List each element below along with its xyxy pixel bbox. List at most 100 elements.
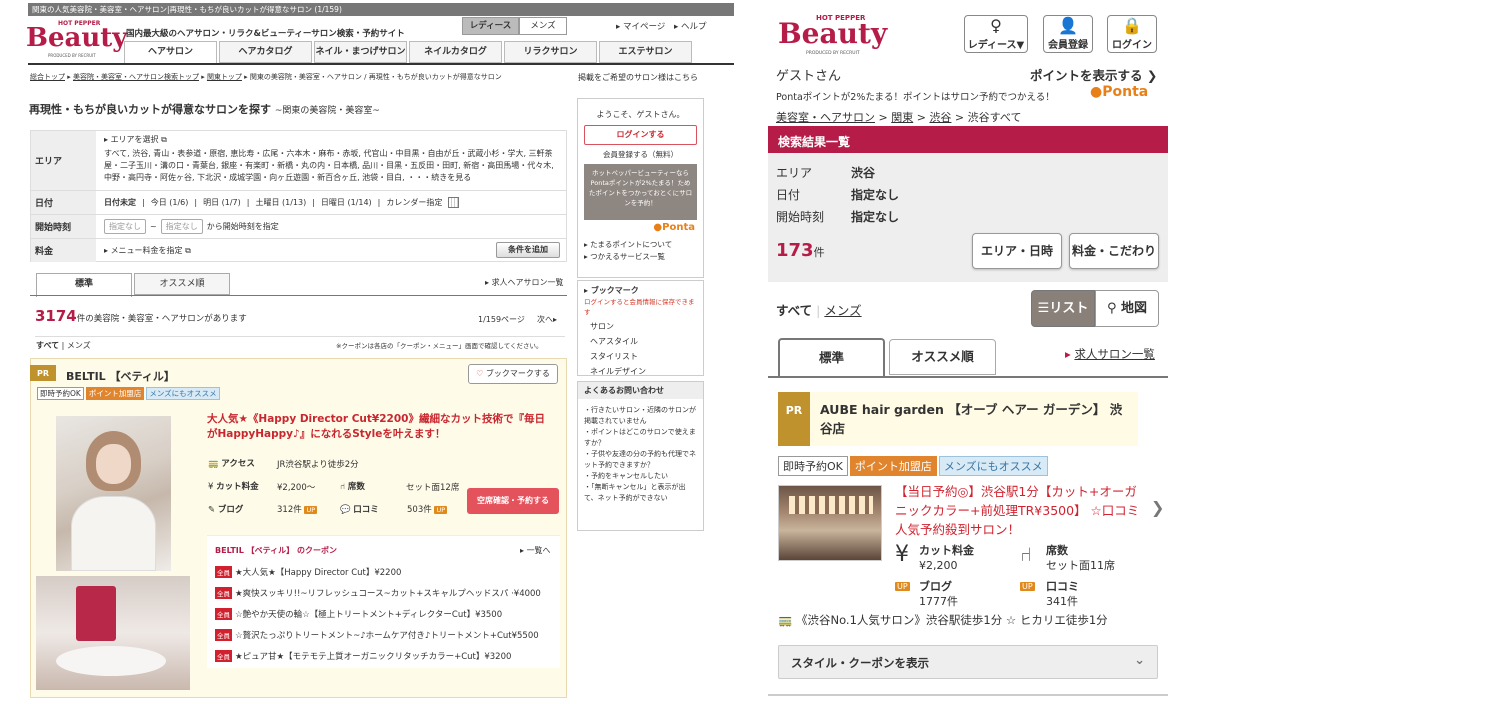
ladies-menu-button[interactable]: ♀ レディース▼ [964, 15, 1028, 53]
coupon-item[interactable]: 全員 ★大人気★【Happy Director Cut】¥2200 [215, 566, 401, 578]
point-about-link[interactable]: ▸ たまるポイントについて [584, 239, 697, 251]
area-list[interactable]: すべて, 渋谷, 青山・表参道・原宿, 恵比寿・広尾・六本木・麻布・赤坂, 代官… [104, 148, 559, 184]
mypage-link[interactable]: ▸ マイページ [616, 20, 665, 32]
review-label: 口コミ [1046, 580, 1079, 593]
expand-style-coupon[interactable]: スタイル・クーポンを表示 ⌄ [778, 645, 1158, 679]
faq-item[interactable]: ・「無断キャンセル」と表示が出て、ネット予約ができない [584, 482, 697, 504]
login-button[interactable]: 🔒 ログイン [1107, 15, 1157, 53]
salon-catch[interactable]: 【当日予約◎】渋谷駅1分【カット+オーガニックカラー+前処理TR¥3500】 ☆… [895, 482, 1145, 539]
tab-standard[interactable]: 標準 [778, 338, 885, 378]
date-calendar[interactable]: カレンダー指定 [386, 196, 442, 209]
nav-esthe-salon[interactable]: エステサロン [599, 41, 692, 63]
salon-catch[interactable]: 大人気★《Happy Director Cut¥2200》繊細なカット技術で『毎… [207, 412, 547, 442]
date-label: 日付 [31, 191, 96, 214]
tab-recommended[interactable]: オススメ順 [889, 339, 996, 375]
salon-name[interactable]: BELTIL 【ベティル】 [66, 368, 175, 384]
salon-photo-interior[interactable] [36, 576, 190, 690]
price-select-link[interactable]: ▸ メニュー料金を指定 ⧉ [104, 244, 191, 257]
view-map-toggle[interactable]: ⚲ 地図 [1095, 290, 1159, 327]
coupon-all-link[interactable]: ▸ 一覧へ [520, 545, 551, 556]
filter-all[interactable]: すべて [776, 303, 812, 318]
calendar-icon[interactable] [448, 197, 460, 208]
blog-row[interactable]: ✎ ブログ [208, 503, 243, 515]
coupon-item[interactable]: 全員 ☆贅沢たっぷりトリートメント~♪ホームケア付き♪トリートメント+Cut¥55… [215, 629, 539, 641]
tab-recommended[interactable]: オススメ順 [134, 273, 230, 295]
ponta-face-icon: ● [653, 222, 663, 233]
reserve-button[interactable]: 空席確認・予約する [467, 488, 559, 514]
coupon-text: ☆贅沢たっぷりトリートメント~♪ホームケア付き♪トリートメント+Cut¥5500 [235, 631, 539, 641]
view-list-toggle[interactable]: ☰リスト [1031, 290, 1095, 327]
nav-relax-salon[interactable]: リラクサロン [504, 41, 597, 63]
filter-mens[interactable]: メンズ [824, 303, 861, 318]
time-to-select[interactable]: 指定なし [160, 219, 203, 234]
price-option-button[interactable]: 料金・こだわり [1069, 233, 1159, 269]
breadcrumb-item[interactable]: 美容室・ヘアサロン [776, 111, 875, 124]
nav-nail-catalog[interactable]: ネイルカタログ [409, 41, 502, 63]
job-salon-link[interactable]: ▸ 求人サロン一覧 [1065, 346, 1155, 362]
nav-hair-salon[interactable]: ヘアサロン [124, 41, 217, 65]
date-undecided[interactable]: 日付未定 [104, 196, 136, 209]
date-today[interactable]: 今日 (1/6) [151, 196, 189, 209]
breadcrumb-item[interactable]: 関東トップ [207, 73, 242, 81]
breadcrumb-item[interactable]: 美容院・美容室・ヘアサロン検索トップ [73, 73, 199, 81]
blog-value: 312件 UP [277, 503, 318, 515]
welcome-text: ようこそ、ゲストさん。 [596, 110, 685, 119]
nav-hair-catalog[interactable]: ヘアカタログ [219, 41, 312, 63]
faq-item[interactable]: ・行きたいサロン・近隣のサロンが掲載されていません [584, 405, 697, 427]
chevron-right-icon[interactable]: ❯ [1151, 498, 1164, 517]
register-link[interactable]: 会員登録する（無料） [578, 149, 703, 160]
coupon-item[interactable]: 全員 ★ピュア甘★【モテモテ上質オーガニックリタッチカラー+Cut】¥3200 [215, 650, 511, 662]
hotpepper-logo[interactable]: HOT PEPPER Beauty PRODUCED BY RECRUIT [778, 10, 887, 56]
area-select-link[interactable]: ▸ エリアを選択 ⧉ [104, 134, 559, 146]
lock-icon: 🔒 [1122, 16, 1142, 35]
add-condition-button[interactable]: 条件を追加 [496, 242, 560, 258]
breadcrumb-item[interactable]: 関東 [891, 111, 913, 124]
faq-panel: よくあるお問い合わせ ・行きたいサロン・近隣のサロンが掲載されていません ・ポイ… [577, 381, 704, 531]
time-from-select[interactable]: 指定なし [104, 219, 146, 234]
tab-standard[interactable]: 標準 [36, 273, 132, 297]
main-nav: ヘアサロン ヘアカタログ ネイル・まつげサロン ネイルカタログ リラクサロン エ… [124, 41, 692, 65]
coupon-item[interactable]: 全員 ★爽快スッキリ!!~リフレッシュコース~カット+スキャルプヘッドスパ ·¥4… [215, 587, 541, 599]
salon-photo-stylist[interactable] [56, 416, 171, 571]
login-button[interactable]: ログインする [584, 125, 697, 145]
blog[interactable]: ブログ 1777件 [919, 579, 958, 609]
date-sunday[interactable]: 日曜日 (1/14) [321, 196, 372, 209]
faq-item[interactable]: ・子供や友達の分の予約も代理でネット予約できますか？ [584, 449, 697, 471]
pc-site: 関東の人気美容院・美容室・ヘアサロン|再現性・もちが良いカットが得意なサロン (… [0, 0, 738, 704]
breadcrumb-item[interactable]: 総合トップ [30, 73, 65, 81]
help-link[interactable]: ▸ ヘルプ [674, 20, 706, 32]
photo-face [96, 444, 131, 484]
ponta-promo[interactable]: ホットペッパービューティーならPontaポイントが2%たまる！ためたポイントをつ… [584, 164, 697, 220]
bookmark-button[interactable]: ♡ ブックマークする [468, 364, 558, 384]
coupon-item[interactable]: 全員 ☆艶やか天使の輪☆【極上トリートメント+ディレクターCut】¥3500 [215, 608, 502, 620]
ladies-tab[interactable]: レディース [462, 17, 519, 35]
next-link[interactable]: 次へ▸ [537, 314, 557, 325]
date-saturday[interactable]: 土曜日 (1/13) [255, 196, 306, 209]
mens-tab[interactable]: メンズ [519, 17, 567, 35]
salon-photo[interactable] [778, 485, 882, 561]
area-date-button[interactable]: エリア・日時 [972, 233, 1062, 269]
seats-label: 席数 [347, 482, 365, 492]
date-tomorrow[interactable]: 明日 (1/7) [203, 196, 241, 209]
review[interactable]: 口コミ 341件 [1046, 579, 1079, 609]
coupon-title[interactable]: BELTIL 【ベティル】 のクーポン [215, 545, 337, 556]
filter-mens[interactable]: メンズ [67, 341, 91, 350]
service-list-link[interactable]: ▸ つかえるサービス一覧 [584, 251, 697, 263]
bookmark-nail[interactable]: ネイルデザイン [590, 364, 691, 379]
nav-nail-salon[interactable]: ネイル・まつげサロン [314, 41, 407, 63]
ladies-menu-label: レディース▼ [967, 40, 1025, 51]
bookmark-stylist[interactable]: スタイリスト [590, 349, 691, 364]
review-row[interactable]: 💬 口コミ [340, 503, 379, 515]
breadcrumb-item[interactable]: 渋谷 [929, 111, 951, 124]
bookmark-hairstyle[interactable]: ヘアスタイル [590, 334, 691, 349]
job-salon-link[interactable]: ▸ 求人ヘアサロン一覧 [485, 277, 564, 288]
hotpepper-logo[interactable]: HOT PEPPER Beauty PRODUCED BY RECRUIT [26, 17, 127, 61]
bookmark-salon[interactable]: サロン [590, 319, 691, 334]
faq-item[interactable]: ・予約をキャンセルしたい [584, 471, 697, 482]
filter-all[interactable]: すべて [36, 341, 59, 350]
listing-request-link[interactable]: 掲載をご希望のサロン様はこちら [578, 72, 698, 83]
salon-name[interactable]: AUBE hair garden 【オーブ ヘアー ガーデン】 渋谷店 [820, 400, 1130, 438]
faq-item[interactable]: ・ポイントはどこのサロンで使えますか？ [584, 427, 697, 449]
register-button[interactable]: 👤 会員登録 [1043, 15, 1093, 53]
show-points-link[interactable]: ポイントを表示する ❯ [1030, 65, 1157, 84]
